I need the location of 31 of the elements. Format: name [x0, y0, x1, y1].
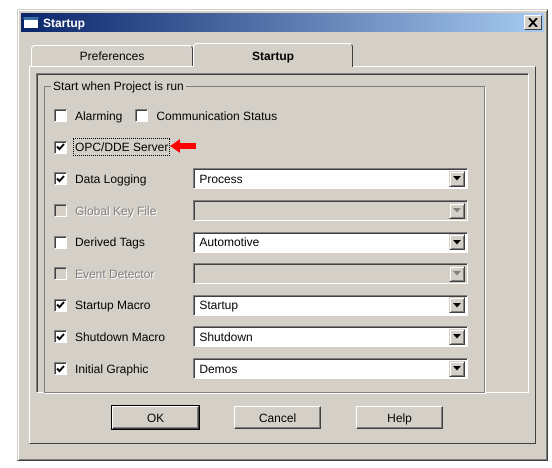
dropdown[interactable]: Demos [193, 358, 468, 380]
close-button[interactable] [524, 15, 542, 30]
checkbox[interactable] [54, 140, 67, 154]
checkbox[interactable] [54, 172, 67, 186]
checkbox[interactable] [54, 298, 67, 312]
checkbox-label[interactable]: Communication Status [155, 108, 278, 124]
checkbox-label[interactable]: Data Logging [74, 170, 148, 187]
dropdown[interactable]: Shutdown [193, 326, 468, 348]
checkbox-label[interactable]: Shutdown Macro [74, 328, 166, 345]
window-title: Startup [43, 16, 86, 30]
dropdown[interactable]: Startup [193, 294, 468, 316]
tab[interactable]: Startup [193, 43, 353, 67]
dropdown[interactable]: Automotive [193, 232, 468, 253]
checkbox[interactable] [54, 109, 67, 122]
dialog-button[interactable]: Help [356, 406, 443, 429]
window-icon [23, 16, 39, 28]
group-title: Start when Project is run [51, 79, 186, 93]
checkbox-label[interactable]: Startup Macro [74, 297, 152, 314]
dialog-button[interactable]: OK [112, 406, 199, 429]
checkbox-label[interactable]: Alarming [74, 108, 124, 124]
checkbox[interactable] [54, 236, 67, 249]
checkbox[interactable] [135, 109, 148, 122]
close-icon[interactable] [528, 18, 538, 27]
checkbox-label[interactable]: Derived Tags [74, 234, 146, 250]
checkbox-label[interactable]: Initial Graphic [74, 360, 150, 377]
checkbox-label[interactable]: OPC/DDE Server [74, 139, 170, 156]
checkbox[interactable] [54, 330, 67, 344]
checkbox[interactable] [54, 362, 67, 376]
dropdown[interactable]: Process [193, 168, 468, 190]
tab[interactable]: Preferences [31, 45, 193, 66]
dialog-button[interactable]: Cancel [234, 406, 321, 429]
